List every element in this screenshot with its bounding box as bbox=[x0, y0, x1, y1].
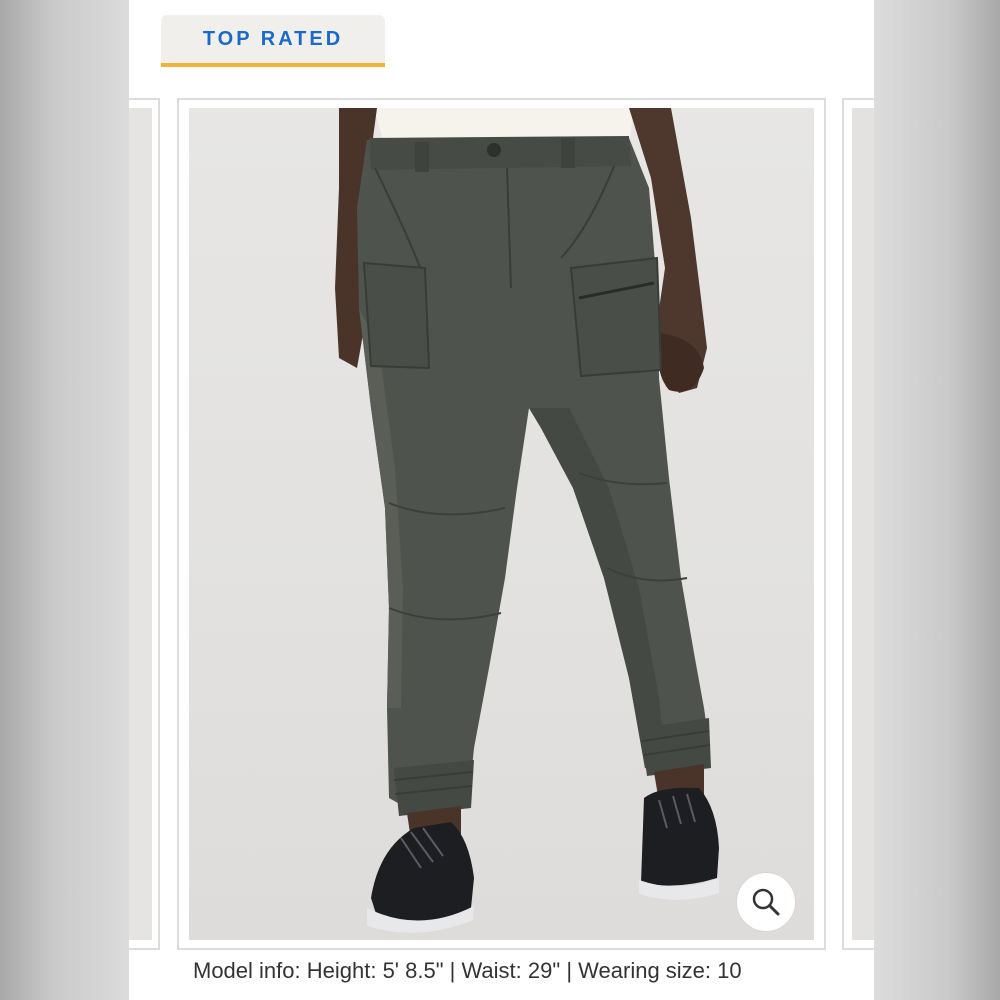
model-info: Model info: Height: 5' 8.5" | Waist: 29"… bbox=[193, 958, 742, 984]
zoom-button[interactable] bbox=[736, 872, 796, 932]
previous-image-thumbnail[interactable] bbox=[129, 98, 160, 950]
model-size: Wearing size: 10 bbox=[578, 958, 742, 983]
next-image-thumbnail[interactable] bbox=[842, 98, 874, 950]
model-waist: Waist: 29" bbox=[461, 958, 561, 983]
main-image-frame bbox=[177, 98, 826, 950]
model-info-label: Model info: bbox=[193, 958, 301, 983]
top-rated-label: TOP RATED bbox=[202, 27, 344, 50]
background-right bbox=[874, 0, 1000, 1000]
magnifier-icon bbox=[752, 888, 780, 916]
model-height: Height: 5' 8.5" bbox=[306, 958, 444, 983]
background-left bbox=[0, 0, 129, 1000]
pants-illustration bbox=[335, 108, 719, 933]
separator: | bbox=[566, 958, 573, 983]
product-page: TOP RATED Model info: Height: 5' 8.5" | … bbox=[129, 0, 874, 1000]
separator: | bbox=[449, 958, 456, 983]
top-rated-badge: TOP RATED bbox=[161, 15, 385, 67]
product-image[interactable] bbox=[189, 108, 814, 940]
